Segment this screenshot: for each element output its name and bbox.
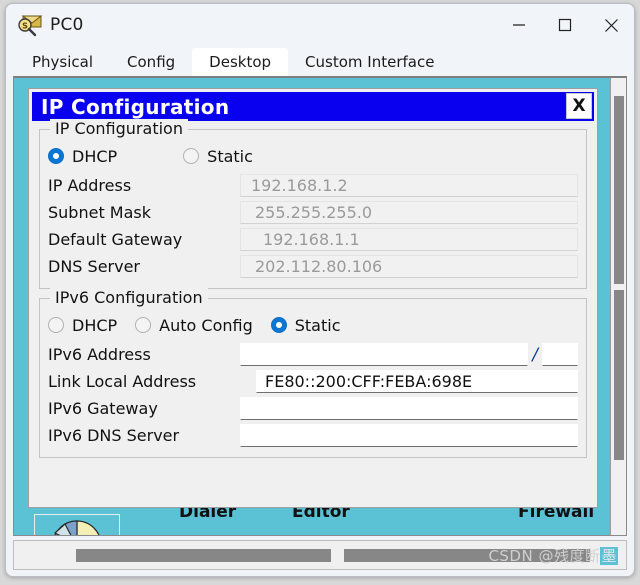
ipv6-link-local-input[interactable]: FE80::200:CFF:FEBA:698E [256,370,578,393]
ipv6-static-radio[interactable] [270,317,287,333]
ipv4-dns-row: DNS Server 202.112.80.106 [48,253,578,280]
ipv4-gateway-row: Default Gateway 192.168.1.1 [48,226,578,253]
ipv4-subnet-input[interactable]: 255.255.255.0 [240,201,578,224]
ipv6-group-legend: IPv6 Configuration [50,288,208,307]
close-icon[interactable] [588,4,634,46]
ip-configuration-dialog: IP Configuration X IP Configuration DHCP… [28,88,598,508]
ipv4-gateway-input[interactable]: 192.168.1.1 [240,228,578,251]
ipv6-link-local-label: Link Local Address [48,372,197,391]
ipv4-gateway-label: Default Gateway [48,230,183,249]
ipv4-subnet-row: Subnet Mask 255.255.255.0 [48,199,578,226]
tab-desktop[interactable]: Desktop [192,48,289,76]
maximize-icon[interactable] [542,4,588,46]
ipv4-static-radio[interactable] [183,148,200,164]
desktop-vertical-scrollbar[interactable] [610,78,626,535]
ipv4-dns-label: DNS Server [48,257,140,276]
ipv6-configuration-group: IPv6 Configuration DHCP Auto Config Stat… [39,288,587,458]
scrollbar-thumb-lower[interactable] [614,290,624,460]
tab-bar: Physical Config Desktop Custom Interface [6,46,634,76]
dialog-title: IP Configuration [41,94,230,119]
ipv6-dhcp-label[interactable]: DHCP [72,316,117,335]
ipv6-prefix-length-input[interactable] [542,343,578,366]
ipv6-dns-label: IPv6 DNS Server [48,426,180,445]
dialog-close-button[interactable]: X [566,93,592,119]
scrollbar-thumb-upper[interactable] [614,96,624,284]
ipv6-gateway-label: IPv6 Gateway [48,399,158,418]
svg-text:S: S [22,22,28,31]
ipv6-mode-row: DHCP Auto Config Static [48,312,578,338]
ipv6-dns-input[interactable] [240,424,578,447]
ipv6-address-label: IPv6 Address [48,345,151,364]
ipv4-address-label: IP Address [48,176,132,195]
minimize-icon[interactable] [496,4,542,46]
desktop-area: Dialer Editor Firewall IP Configuration … [13,76,627,536]
ipv6-dhcp-radio[interactable] [48,317,64,333]
watermark-text: CSDN @残度断 [488,547,601,565]
ipv6-dns-row: IPv6 DNS Server [48,422,578,449]
ipv4-configuration-group: IP Configuration DHCP Static IP Address … [39,119,587,289]
packet-inspect-icon: S [17,13,43,37]
ipv6-address-input[interactable] [240,343,529,366]
dialog-body: IP Configuration DHCP Static IP Address … [29,119,597,507]
status-segment-left[interactable] [76,549,331,562]
ipv4-dhcp-label[interactable]: DHCP [72,147,117,166]
ipv4-static-label[interactable]: Static [207,147,253,166]
status-bar: CSDN @残度断墨 [13,540,627,570]
ipv6-static-label[interactable]: Static [295,316,341,335]
ipv6-gateway-row: IPv6 Gateway [48,395,578,422]
tab-custom-interface[interactable]: Custom Interface [288,48,452,76]
ipv4-mode-row: DHCP Static [48,143,578,169]
ipv4-subnet-label: Subnet Mask [48,203,152,222]
pie-chart-icon[interactable] [34,514,120,535]
ipv6-gateway-input[interactable] [240,397,578,420]
pc0-window: S PC0 Physical Config Desktop Custom Int… [5,3,635,577]
ipv4-dhcp-radio[interactable] [48,148,64,164]
ipv4-group-legend: IP Configuration [50,119,188,138]
window-title: PC0 [50,15,84,35]
ipv4-address-input[interactable]: 192.168.1.2 [240,174,578,197]
ipv6-address-row: IPv6 Address / [48,341,578,368]
tab-physical[interactable]: Physical [15,48,111,76]
dialog-title-bar: IP Configuration X [32,92,594,121]
title-bar: S PC0 [6,4,634,46]
watermark-highlight: 墨 [600,547,618,565]
ipv6-auto-config-radio[interactable] [135,317,152,333]
ipv4-address-row: IP Address 192.168.1.2 [48,172,578,199]
watermark: CSDN @残度断墨 [488,545,618,566]
tab-config[interactable]: Config [110,48,193,76]
ipv4-dns-input[interactable]: 202.112.80.106 [240,255,578,278]
ipv6-auto-config-label[interactable]: Auto Config [159,316,253,335]
window-controls [496,4,634,46]
ipv6-link-local-row: Link Local Address FE80::200:CFF:FEBA:69… [48,368,578,395]
ipv6-prefix-separator: / [532,344,538,365]
